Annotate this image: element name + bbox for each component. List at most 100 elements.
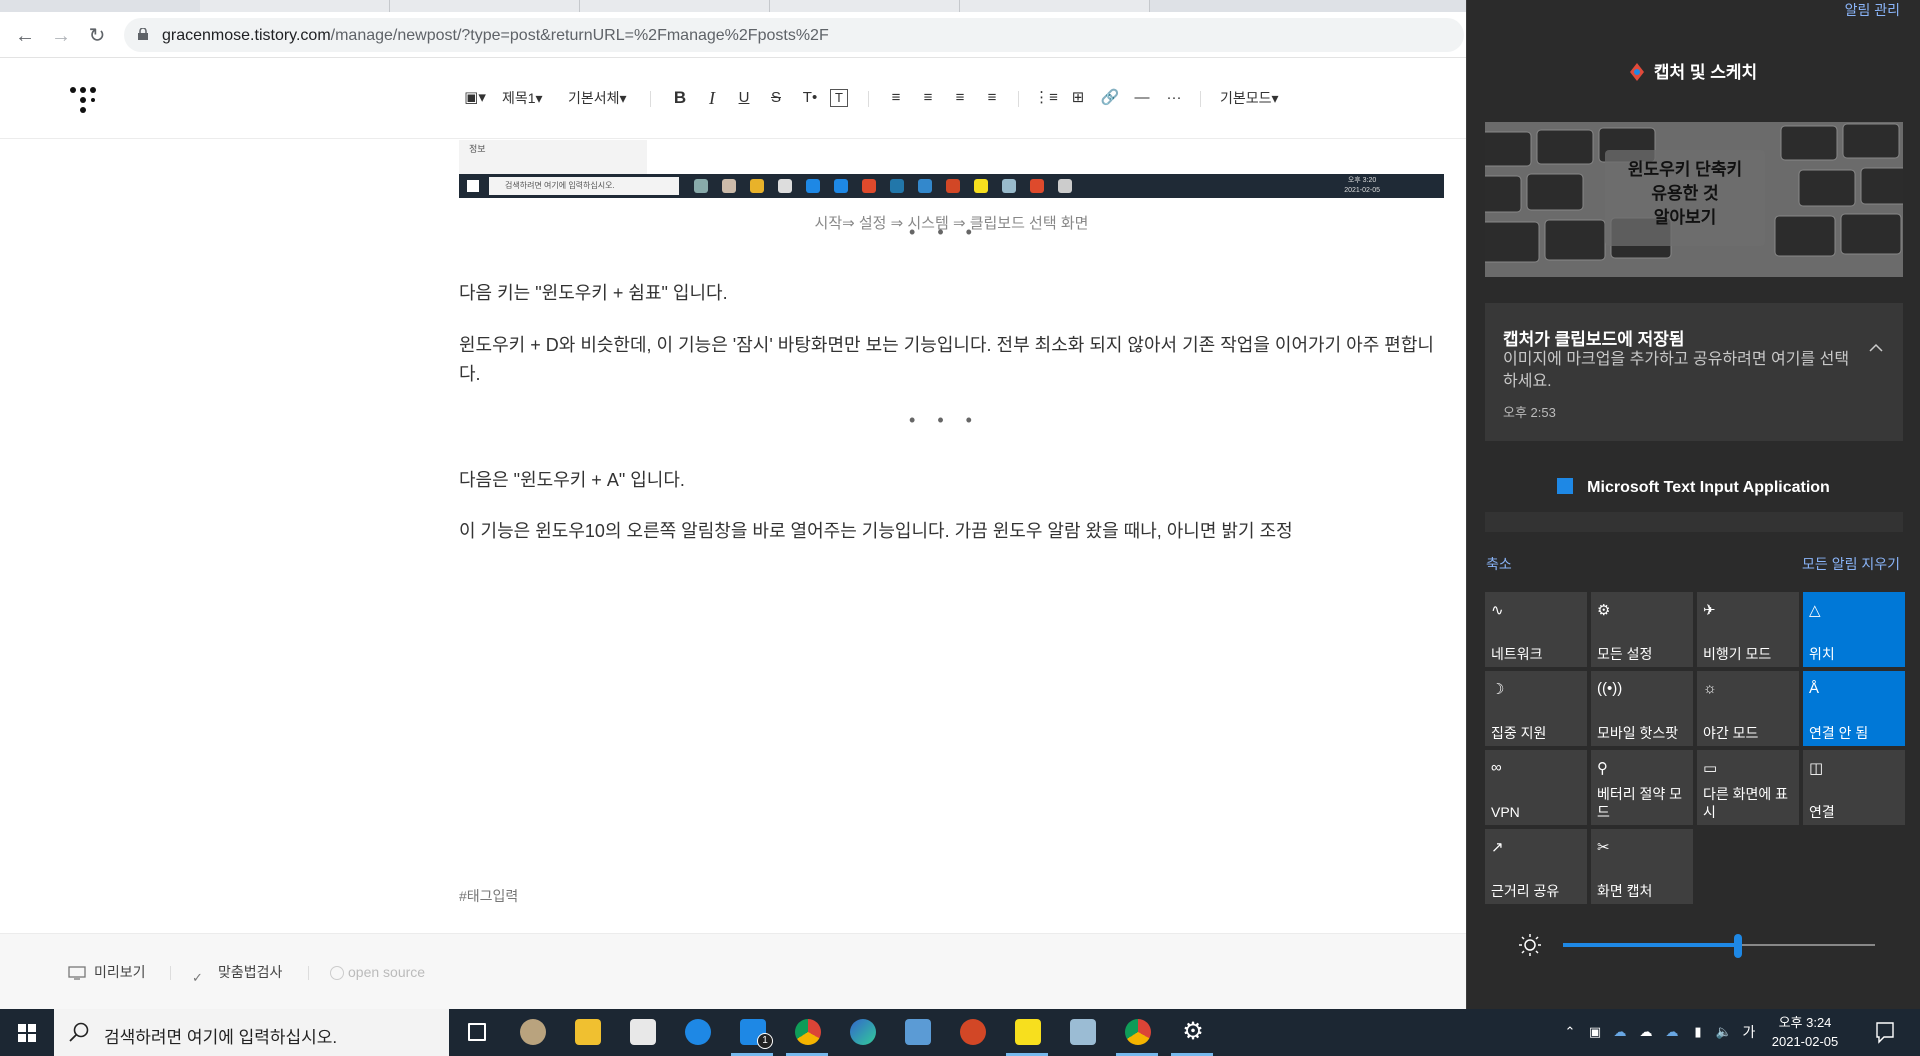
capture-thumbnail[interactable]: 윈도우키 단축키 유용한 것 알아보기: [1485, 122, 1903, 277]
quick-action-tile[interactable]: ((•)) 모바일 핫스팟: [1591, 671, 1693, 746]
align-justify-icon[interactable]: ≡: [980, 86, 1004, 110]
italic-icon[interactable]: I: [700, 86, 724, 110]
volume-icon[interactable]: 🔈: [1714, 1023, 1734, 1041]
browser-window: ← → ↻ gracenmose.tistory.com/manage/newp…: [0, 0, 1466, 1009]
editor-toolbar: ▣▾ 제목1▾ 기본서체▾ B I U S T• T ≡ ≡ ≡ ≡ ⋮≡ ⊞ …: [0, 59, 1466, 139]
notification-strip[interactable]: [1485, 512, 1903, 532]
forward-icon[interactable]: →: [48, 23, 74, 49]
quick-action-tile[interactable]: ▭ 다른 화면에 표시: [1697, 750, 1799, 825]
text-color-icon[interactable]: T•: [798, 86, 822, 110]
bold-icon[interactable]: B: [668, 86, 692, 110]
notification-center-icon[interactable]: [1860, 1009, 1910, 1056]
brightness-icon: [1519, 934, 1541, 956]
settings-gear-icon[interactable]: ⚙: [1165, 1009, 1219, 1056]
quick-action-tile[interactable]: △ 위치: [1803, 592, 1905, 667]
align-left-icon[interactable]: ≡: [884, 86, 908, 110]
quick-action-tile[interactable]: ☼ 야간 모드: [1697, 671, 1799, 746]
paint-icon[interactable]: [505, 1009, 559, 1056]
open-source-link[interactable]: open source: [330, 960, 425, 984]
browser-tab[interactable]: [390, 0, 580, 12]
quick-action-tile[interactable]: ∿ 네트워크: [1485, 592, 1587, 667]
mode-dropdown[interactable]: 기본모드▾: [1220, 86, 1279, 110]
spellcheck-icon: ✓: [192, 970, 203, 986]
more-icon[interactable]: ···: [1162, 86, 1186, 110]
manage-notifications-link[interactable]: 알림 관리: [1845, 0, 1900, 20]
group-app-name: Microsoft Text Input Application: [1587, 479, 1830, 496]
mail-icon[interactable]: 1: [725, 1009, 779, 1056]
image-insert-icon[interactable]: ▣▾: [458, 86, 492, 110]
link-icon[interactable]: 🔗: [1098, 86, 1122, 110]
notepad-app-icon[interactable]: [890, 1009, 944, 1056]
onedrive-icon[interactable]: ☁: [1610, 1023, 1630, 1041]
quick-action-tile[interactable]: ✈ 비행기 모드: [1697, 592, 1799, 667]
chevron-up-tray-icon[interactable]: ⌃: [1562, 1023, 1578, 1041]
browser-tab[interactable]: [200, 0, 390, 12]
network-icon: ∿: [1491, 602, 1504, 619]
editor-content[interactable]: 정보 검색하려면 여기에 입력하십시오. 오후 3:20 2021-02-05 시…: [0, 140, 1466, 932]
collapse-button[interactable]: 축소: [1486, 554, 1512, 574]
align-center-icon[interactable]: ≡: [916, 86, 940, 110]
browser-tab[interactable]: [770, 0, 960, 12]
battery-icon[interactable]: ▮: [1688, 1023, 1708, 1041]
connect-icon: ◫: [1809, 760, 1824, 777]
clear-all-notifications-button[interactable]: 모든 알림 지우기: [1802, 554, 1900, 574]
font-dropdown[interactable]: 기본서체▾: [568, 86, 627, 110]
notes-app-icon[interactable]: [1055, 1009, 1109, 1056]
sun-icon: ☼: [1703, 680, 1717, 697]
preview-button[interactable]: 미리보기: [68, 960, 146, 984]
cloud-sync-icon[interactable]: ☁: [1662, 1023, 1682, 1041]
quick-action-tile[interactable]: ↗ 근거리 공유: [1485, 829, 1587, 904]
internet-explorer-icon[interactable]: [670, 1009, 724, 1056]
url-field[interactable]: gracenmose.tistory.com/manage/newpost/?t…: [124, 18, 1464, 52]
quick-action-tile[interactable]: ◫ 연결: [1803, 750, 1905, 825]
chevron-up-icon[interactable]: [1869, 343, 1883, 353]
kakaotalk-icon[interactable]: [1000, 1009, 1054, 1056]
bullet-list-icon[interactable]: ⋮≡: [1034, 86, 1058, 110]
quick-action-label: 화면 캡처: [1597, 883, 1653, 899]
mode-label: 기본모드: [1220, 90, 1272, 106]
project-icon: ▭: [1703, 760, 1718, 777]
quick-action-tile[interactable]: ∞ VPN: [1485, 750, 1587, 825]
device-icon[interactable]: ▣: [1586, 1023, 1604, 1041]
underline-icon[interactable]: U: [732, 86, 756, 110]
back-icon[interactable]: ←: [12, 23, 38, 49]
file-explorer-icon[interactable]: [560, 1009, 614, 1056]
quick-action-tile[interactable]: ☽ 집중 지원: [1485, 671, 1587, 746]
quick-action-tile[interactable]: Å 연결 안 됨: [1803, 671, 1905, 746]
embedded-screenshot[interactable]: 정보 검색하려면 여기에 입력하십시오. 오후 3:20 2021-02-05: [459, 140, 1444, 198]
edge-icon[interactable]: [835, 1009, 889, 1056]
quick-action-label: 연결: [1809, 804, 1835, 820]
store-icon[interactable]: [615, 1009, 669, 1056]
brightness-slider-thumb[interactable]: [1733, 934, 1742, 958]
ime-indicator[interactable]: 가: [1740, 1023, 1758, 1041]
quick-action-tile[interactable]: ⚲ 베터리 절약 모드: [1591, 750, 1693, 825]
browser-tab[interactable]: [960, 0, 1150, 12]
bottom-bar-divider: [170, 966, 171, 980]
horizontal-rule-icon[interactable]: —: [1130, 86, 1154, 110]
tag-input[interactable]: #태그입력: [459, 886, 518, 906]
chrome-profile-icon[interactable]: [1110, 1009, 1164, 1056]
windows-start-icon[interactable]: [0, 1009, 54, 1056]
browser-tab[interactable]: [580, 0, 770, 12]
onedrive-personal-icon[interactable]: ☁: [1636, 1023, 1656, 1041]
taskbar-clock[interactable]: 오후 3:24 2021-02-05: [1766, 1013, 1844, 1051]
reload-icon[interactable]: ↻: [84, 23, 110, 49]
align-right-icon[interactable]: ≡: [948, 86, 972, 110]
powerpoint-icon[interactable]: [945, 1009, 999, 1056]
capture-notification[interactable]: 캡처가 클립보드에 저장됨 이미지에 마크업을 추가하고 공유하려면 여기를 선…: [1485, 303, 1903, 441]
quick-action-tile[interactable]: ✂ 화면 캡처: [1591, 829, 1693, 904]
text-input-app-icon: [1557, 478, 1574, 494]
strikethrough-icon[interactable]: S: [764, 86, 788, 110]
quick-action-tile[interactable]: ⚙ 모든 설정: [1591, 592, 1693, 667]
taskbar-search-box[interactable]: 검색하려면 여기에 입력하십시오.: [54, 1009, 449, 1056]
tistory-logo-icon[interactable]: [68, 85, 98, 115]
toolbar-divider: [650, 91, 651, 107]
table-icon[interactable]: ⊞: [1066, 86, 1090, 110]
chrome-icon[interactable]: [780, 1009, 834, 1056]
notification-group-header[interactable]: Microsoft Text Input Application: [1467, 478, 1920, 497]
spellcheck-button[interactable]: ✓ 맞춤법검사: [192, 960, 282, 986]
task-view-icon[interactable]: [450, 1009, 504, 1056]
heading-dropdown[interactable]: 제목1▾: [502, 86, 543, 110]
thumbnail-line: 윈도우키 단축키: [1627, 160, 1743, 179]
text-background-icon[interactable]: T: [830, 89, 848, 107]
